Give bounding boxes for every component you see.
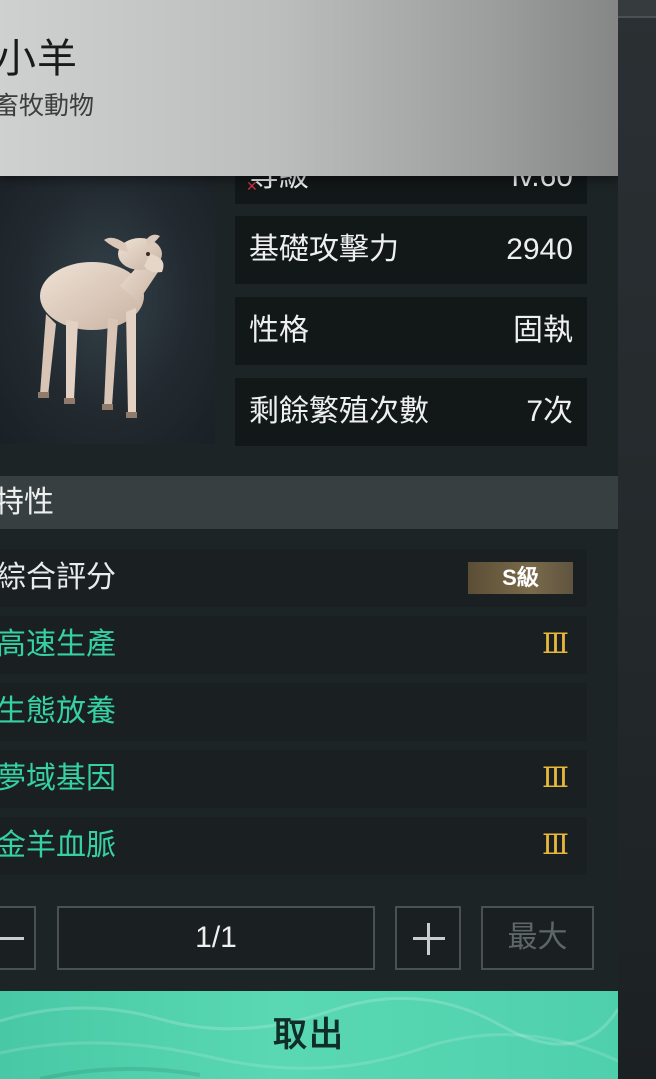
- trait-name: 高速生產: [0, 628, 116, 661]
- stat-row-personality: 性格 固執: [235, 297, 587, 365]
- trait-row-dream-gene[interactable]: 夢域基因 Ⅲ: [0, 750, 587, 808]
- grade-badge: S級: [468, 562, 573, 594]
- stat-row-attack: 基礎攻擊力 2940: [235, 216, 587, 284]
- gender-icon: ✕: [246, 178, 258, 194]
- take-out-label: 取出: [273, 1016, 345, 1054]
- plus-icon-vertical: [427, 923, 430, 955]
- pet-detail-panel: 等級 lv.60 ✕ 基礎攻擊力 2940 性格 固執 剩餘繁殖次數 7次 特性…: [0, 0, 618, 1079]
- stat-personality-label: 性格: [249, 314, 309, 347]
- trait-row-overall-score[interactable]: 綜合評分 S級: [0, 549, 587, 607]
- pet-portrait: [0, 174, 215, 444]
- traits-title: 特性: [0, 486, 54, 519]
- trait-name: 綜合評分: [0, 561, 116, 594]
- stat-breeding-value: 7次: [526, 395, 573, 428]
- trait-name: 生態放養: [0, 695, 116, 728]
- stat-attack-label: 基礎攻擊力: [249, 233, 399, 266]
- traits-header: 特性: [0, 476, 618, 529]
- quantity-value: 1/1: [195, 921, 237, 954]
- max-label: 最大: [507, 921, 568, 954]
- background-right: [618, 0, 656, 1079]
- pet-type: 畜牧動物: [0, 92, 95, 120]
- decrease-quantity-button[interactable]: [0, 906, 36, 970]
- stat-breeding-label: 剩餘繁殖次數: [249, 395, 429, 428]
- pet-name: 小羊: [0, 37, 78, 81]
- trait-name: 夢域基因: [0, 762, 116, 795]
- stat-row-breeding: 剩餘繁殖次數 7次: [235, 378, 587, 446]
- trait-level: Ⅲ: [541, 629, 569, 660]
- take-out-button[interactable]: 取出: [0, 991, 618, 1079]
- increase-quantity-button[interactable]: [395, 906, 461, 970]
- lamb-image: [38, 234, 164, 418]
- minus-icon: [0, 937, 24, 940]
- quantity-field[interactable]: 1/1: [57, 906, 375, 970]
- max-quantity-button[interactable]: 最大: [481, 906, 594, 970]
- trait-name: 金羊血脈: [0, 829, 116, 862]
- trait-row-golden-lineage[interactable]: 金羊血脈 Ⅲ: [0, 817, 587, 875]
- background-divider: [618, 16, 656, 18]
- stat-attack-value: 2940: [506, 233, 573, 266]
- trait-row-fast-production[interactable]: 高速生產 Ⅲ: [0, 616, 587, 674]
- trait-level: Ⅲ: [541, 830, 569, 861]
- background-right-top: [618, 0, 656, 16]
- trait-row-eco-grazing[interactable]: 生態放養: [0, 683, 587, 741]
- stat-personality-value: 固執: [513, 314, 573, 347]
- trait-level: Ⅲ: [541, 763, 569, 794]
- pet-header: 小羊 畜牧動物: [0, 0, 618, 176]
